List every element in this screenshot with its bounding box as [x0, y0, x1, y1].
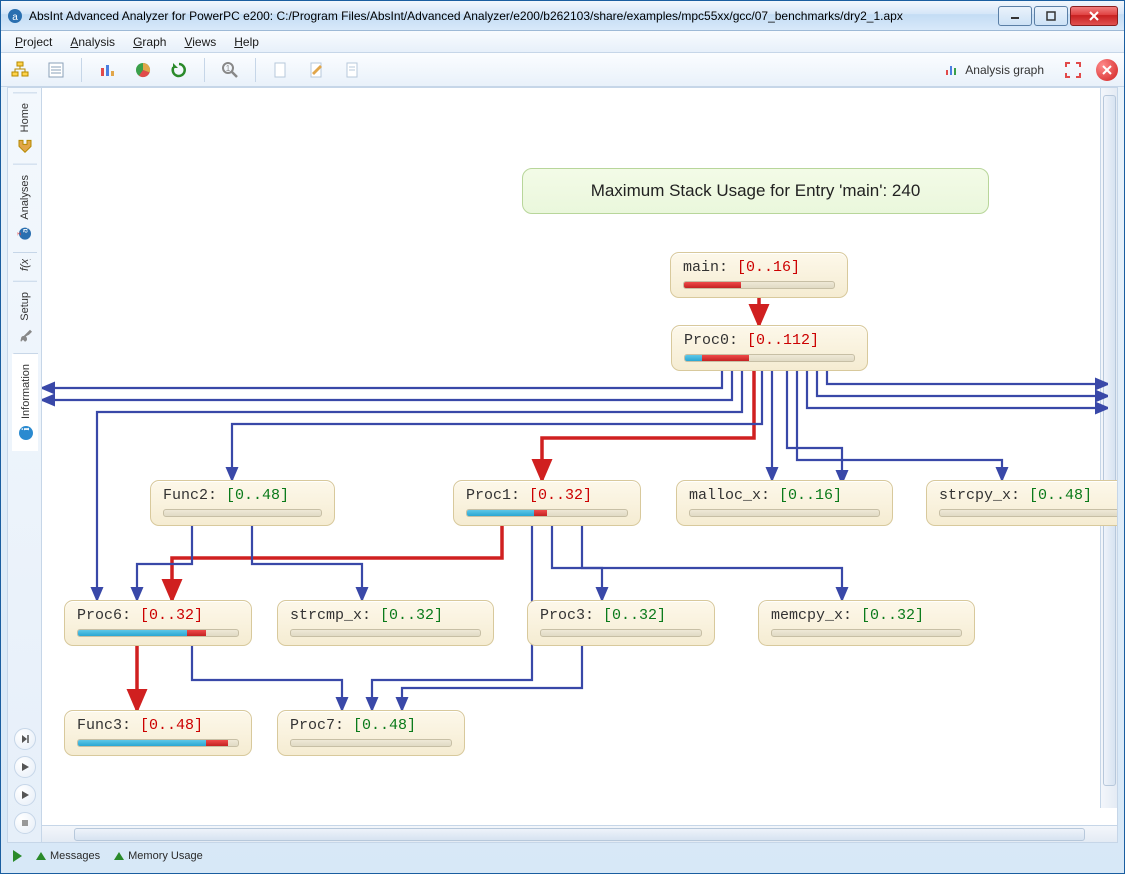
menubar: Project Analysis Graph Views Help	[1, 31, 1124, 53]
graph-node-strcmp_x[interactable]: strcmp_x: [0..32]	[277, 600, 494, 646]
dock-stop-button[interactable]	[14, 812, 36, 834]
graph-node-proc3[interactable]: Proc3: [0..32]	[527, 600, 715, 646]
status-run-button[interactable]	[13, 850, 22, 862]
menu-views[interactable]: Views	[176, 33, 224, 51]
status-memory-label: Memory Usage	[128, 850, 203, 862]
stack-usage-banner: Maximum Stack Usage for Entry 'main': 24…	[522, 168, 989, 214]
triangle-icon	[36, 852, 46, 860]
tab-fx[interactable]: f(x)	[13, 252, 37, 281]
left-tab-strip: Home a3 Analyses f(x) Setup i Informatio…	[7, 87, 41, 843]
graph-node-proc6[interactable]: Proc6: [0..32]	[64, 600, 252, 646]
dock-play-button[interactable]	[14, 756, 36, 778]
analyses-icon: a3	[17, 226, 33, 242]
analysis-graph-label: Analysis graph	[965, 63, 1044, 77]
graph-node-memcpy_x[interactable]: memcpy_x: [0..32]	[758, 600, 975, 646]
toolbar-page-edit-icon[interactable]	[304, 57, 330, 83]
play-icon	[13, 850, 22, 862]
home-icon	[17, 138, 33, 154]
toolbar-piechart-icon[interactable]	[130, 57, 156, 83]
toolbar-list-icon[interactable]	[43, 57, 69, 83]
dock-play-alt-button[interactable]	[14, 784, 36, 806]
graph-node-proc1[interactable]: Proc1: [0..32]	[453, 480, 641, 526]
tab-information[interactable]: i Information	[12, 353, 38, 451]
toolbar-separator	[204, 58, 205, 82]
titlebar: a AbsInt Advanced Analyzer for PowerPC e…	[1, 1, 1124, 31]
fx-icon: f(x)	[17, 259, 33, 275]
menu-analysis[interactable]: Analysis	[62, 33, 123, 51]
menu-help[interactable]: Help	[226, 33, 267, 51]
horizontal-scrollbar[interactable]	[42, 825, 1117, 842]
toolbar-separator	[255, 58, 256, 82]
toolbar-zoom-icon[interactable]: 1	[217, 57, 243, 83]
statusbar: Messages Memory Usage	[7, 845, 1118, 867]
tab-analyses[interactable]: a3 Analyses	[13, 164, 37, 252]
toolbar-close-view-icon[interactable]	[1096, 59, 1118, 81]
status-messages[interactable]: Messages	[36, 850, 100, 862]
dock-step-forward-button[interactable]	[14, 728, 36, 750]
vertical-scrollbar[interactable]	[1100, 88, 1117, 808]
graph-node-func3[interactable]: Func3: [0..48]	[64, 710, 252, 756]
analysis-graph-button[interactable]: Analysis graph	[937, 62, 1050, 78]
tab-information-label: Information	[20, 364, 32, 419]
menu-graph[interactable]: Graph	[125, 33, 174, 51]
minimize-button[interactable]	[998, 6, 1032, 26]
status-messages-label: Messages	[50, 850, 100, 862]
toolbar-page-doc-icon[interactable]	[340, 57, 366, 83]
tab-setup-label: Setup	[19, 292, 31, 321]
graph-node-main[interactable]: main: [0..16]	[670, 252, 848, 298]
svg-text:1: 1	[226, 64, 231, 73]
analysis-graph-icon	[943, 62, 959, 78]
tab-setup[interactable]: Setup	[13, 281, 37, 353]
toolbar-hierarchy-icon[interactable]	[7, 57, 33, 83]
graph-canvas[interactable]: Maximum Stack Usage for Entry 'main': 24…	[41, 87, 1118, 843]
app-icon: a	[7, 8, 23, 24]
toolbar-separator	[81, 58, 82, 82]
toolbar-chart-icon[interactable]	[94, 57, 120, 83]
svg-text:a: a	[12, 12, 18, 23]
window-title: AbsInt Advanced Analyzer for PowerPC e20…	[29, 9, 996, 23]
graph-node-func2[interactable]: Func2: [0..48]	[150, 480, 335, 526]
toolbar: 1 Analysis graph	[1, 53, 1124, 87]
wrench-icon	[17, 327, 33, 343]
graph-node-strcpy_x[interactable]: strcpy_x: [0..48]	[926, 480, 1117, 526]
graph-node-proc7[interactable]: Proc7: [0..48]	[277, 710, 465, 756]
tab-analyses-label: Analyses	[19, 175, 31, 220]
svg-text:3: 3	[17, 232, 23, 236]
status-memory-usage[interactable]: Memory Usage	[114, 850, 203, 862]
menu-project[interactable]: Project	[7, 33, 60, 51]
tab-home-label: Home	[19, 103, 31, 132]
toolbar-refresh-icon[interactable]	[166, 57, 192, 83]
svg-text:f(x): f(x)	[19, 259, 31, 271]
info-icon: i	[18, 425, 34, 441]
toolbar-fullscreen-icon[interactable]	[1060, 57, 1086, 83]
graph-node-malloc_x[interactable]: malloc_x: [0..16]	[676, 480, 893, 526]
graph-node-proc0[interactable]: Proc0: [0..112]	[671, 325, 868, 371]
toolbar-page-blank-icon[interactable]	[268, 57, 294, 83]
triangle-icon	[114, 852, 124, 860]
close-button[interactable]	[1070, 6, 1118, 26]
svg-text:i: i	[20, 427, 32, 430]
maximize-button[interactable]	[1034, 6, 1068, 26]
tab-home[interactable]: Home	[13, 92, 37, 164]
